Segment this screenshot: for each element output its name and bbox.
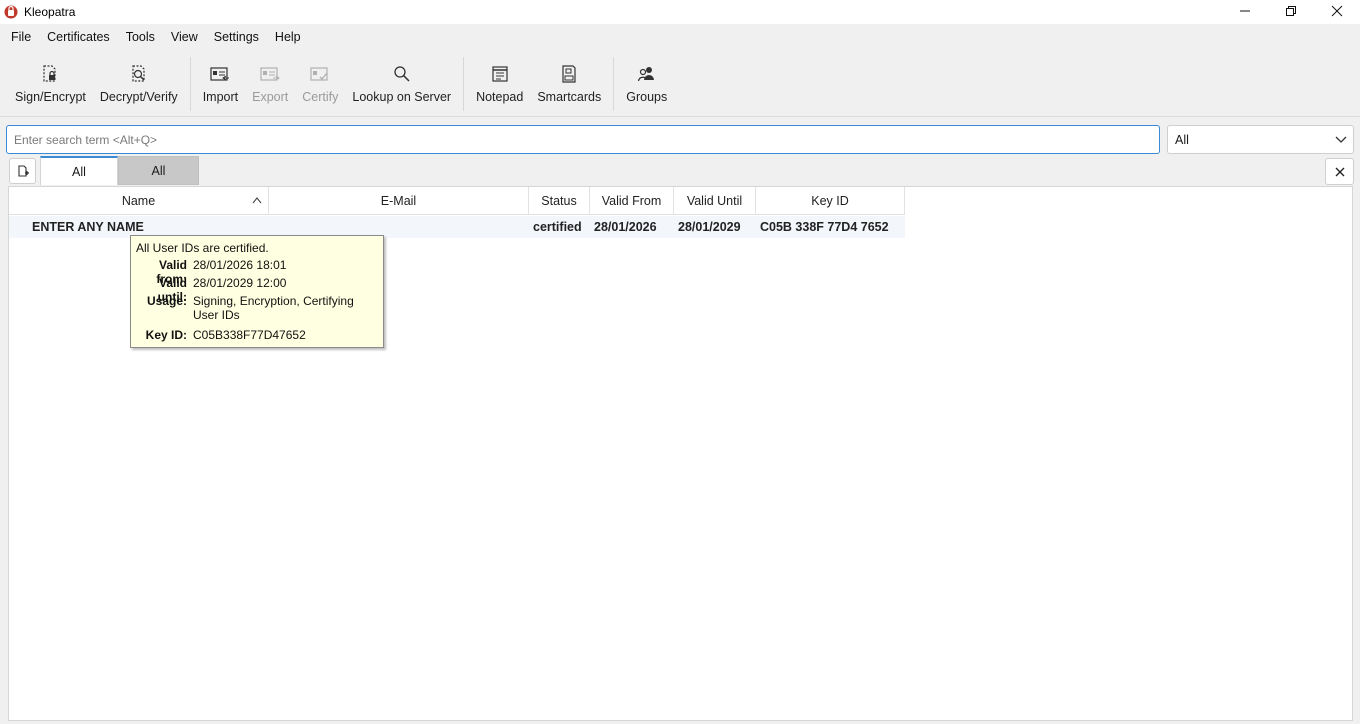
lookup-on-server-button[interactable]: Lookup on Server	[345, 57, 458, 111]
restore-button[interactable]	[1268, 0, 1314, 22]
column-header-label: Name	[121, 194, 156, 208]
close-icon	[1335, 167, 1344, 176]
tab-bar: All All	[6, 156, 1354, 186]
close-window-button[interactable]	[1314, 0, 1360, 22]
toolbar-divider	[0, 116, 1360, 117]
minimize-icon	[1240, 10, 1250, 12]
tooltip-usage-label: Usage:	[146, 294, 187, 308]
title-bar: Kleopatra	[0, 0, 1360, 24]
toolbar-separator	[189, 57, 191, 111]
certify-label: Certify	[302, 90, 339, 104]
smartcard-icon	[558, 63, 580, 85]
tooltip-header: All User IDs are certified.	[136, 241, 269, 255]
new-tab-icon	[17, 165, 29, 177]
cell-valid-from: 28/01/2026	[594, 220, 657, 234]
export-label: Export	[252, 90, 289, 104]
notepad-icon	[489, 63, 511, 85]
export-icon	[259, 63, 281, 85]
minimize-button[interactable]	[1222, 0, 1268, 22]
menu-help[interactable]: Help	[267, 26, 309, 48]
kleopatra-app-icon	[4, 5, 18, 19]
menu-bar: File Certificates Tools View Settings He…	[0, 25, 1360, 49]
tooltip-key-id-row: Key ID: C05B338F77D47652	[131, 328, 363, 342]
tooltip-key-id-label: Key ID:	[145, 328, 187, 342]
cell-key-id: C05B 338F 77D4 7652	[760, 220, 889, 234]
search-box[interactable]	[6, 125, 1160, 154]
main-toolbar: Sign/Encrypt Decrypt/Verify Import Expor…	[0, 57, 1360, 113]
chevron-down-icon	[1335, 136, 1347, 143]
column-header-status[interactable]: Status	[529, 187, 590, 215]
toolbar-separator	[463, 57, 465, 111]
restore-icon	[1286, 6, 1296, 16]
import-label: Import	[202, 90, 239, 104]
smartcards-button[interactable]: Smartcards	[530, 57, 608, 111]
column-header-key-id[interactable]: Key ID	[756, 187, 905, 215]
sort-ascending-icon	[252, 197, 262, 204]
new-tab-button[interactable]	[9, 158, 36, 184]
search-input[interactable]	[7, 126, 1159, 153]
menu-settings[interactable]: Settings	[206, 26, 267, 48]
sign-encrypt-label: Sign/Encrypt	[15, 90, 86, 104]
decrypt-verify-label: Decrypt/Verify	[99, 90, 178, 104]
import-button[interactable]: Import	[196, 57, 245, 111]
toolbar-separator	[613, 57, 615, 111]
tooltip-usage-line: Signing, Encryption, Certifying	[193, 294, 354, 308]
tooltip-usage-line: User IDs	[193, 308, 240, 322]
tooltip-key-id-value: C05B338F77D47652	[193, 328, 306, 342]
menu-tools[interactable]: Tools	[118, 26, 163, 48]
lookup-on-server-label: Lookup on Server	[352, 90, 452, 104]
tooltip-usage-value: Signing, Encryption, Certifying User IDs	[193, 294, 363, 322]
certificate-filter-select[interactable]: All	[1167, 125, 1354, 154]
menu-view[interactable]: View	[163, 26, 206, 48]
sign-encrypt-icon	[39, 63, 61, 85]
smartcards-label: Smartcards	[537, 90, 602, 104]
decrypt-verify-icon	[128, 63, 150, 85]
decrypt-verify-button[interactable]: Decrypt/Verify	[93, 57, 185, 111]
tab-all[interactable]: All	[118, 156, 199, 185]
groups-label: Groups	[626, 90, 668, 104]
groups-icon	[636, 63, 658, 85]
certify-button[interactable]: Certify	[295, 57, 345, 111]
close-icon	[1331, 5, 1343, 17]
menu-certificates[interactable]: Certificates	[39, 26, 118, 48]
cell-valid-until: 28/01/2029	[678, 220, 741, 234]
notepad-label: Notepad	[476, 90, 524, 104]
import-icon	[209, 63, 231, 85]
column-header-email[interactable]: E-Mail	[269, 187, 529, 215]
certificate-tooltip: All User IDs are certified. Valid from: …	[130, 235, 384, 348]
close-tab-button[interactable]	[1325, 158, 1354, 185]
tooltip-usage-row: Usage: Signing, Encryption, Certifying U…	[131, 294, 363, 322]
column-header-valid-from[interactable]: Valid From	[590, 187, 674, 215]
cell-status: certified	[533, 220, 582, 234]
sign-encrypt-button[interactable]: Sign/Encrypt	[8, 57, 93, 111]
export-button[interactable]: Export	[245, 57, 295, 111]
tab-all-active[interactable]: All	[40, 156, 118, 185]
window-title: Kleopatra	[24, 5, 76, 19]
column-header-name[interactable]: Name	[9, 187, 269, 215]
filter-selected-value: All	[1175, 132, 1189, 147]
menu-file[interactable]: File	[3, 26, 39, 48]
search-icon	[391, 63, 413, 85]
groups-button[interactable]: Groups	[619, 57, 674, 111]
certify-icon	[309, 63, 331, 85]
table-header: Name E-Mail Status Valid From Valid Unti…	[9, 187, 905, 215]
notepad-button[interactable]: Notepad	[469, 57, 530, 111]
column-header-valid-until[interactable]: Valid Until	[674, 187, 756, 215]
